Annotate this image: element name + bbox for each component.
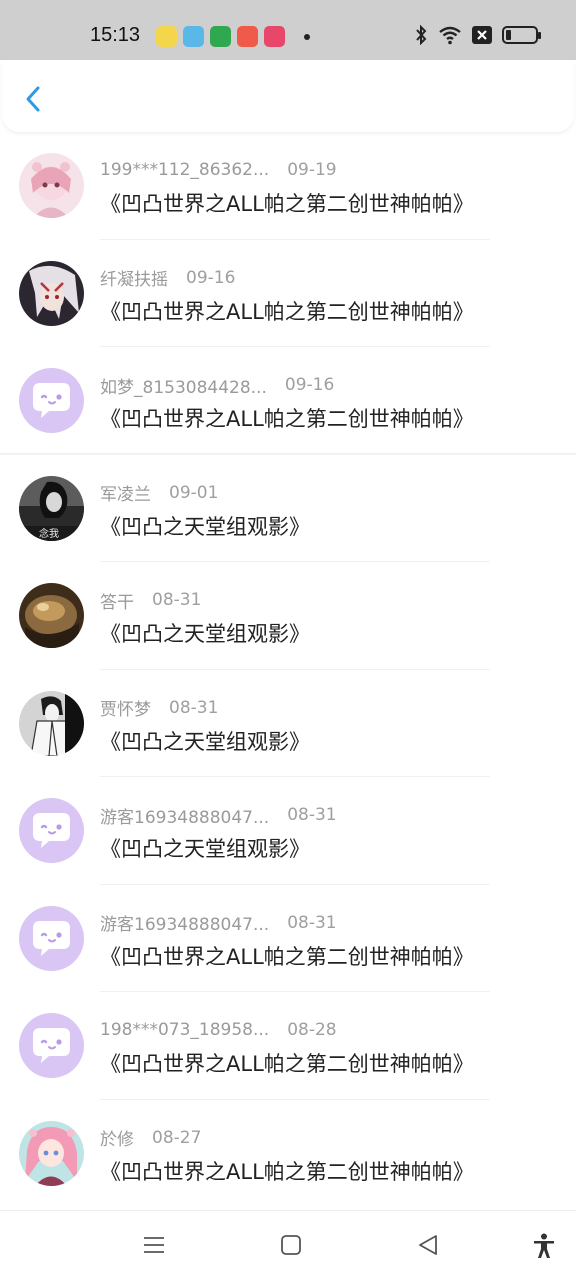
avatar[interactable] [19,690,84,756]
work-title[interactable]: 《凹凸世界之ALL帕之第二创世神帕帕》 [100,1048,474,1078]
username: 199***112_86362... [100,160,270,180]
no-sim-icon [472,26,492,44]
work-title[interactable]: 《凹凸世界之ALL帕之第二创世神帕帕》 [100,941,474,971]
item-meta: 贾怀梦 08-31 [100,696,219,721]
app-icon-1 [156,26,177,47]
back-nav-button[interactable] [416,1233,440,1261]
date: 08-31 [287,805,337,825]
work-title[interactable]: 《凹凸世界之ALL帕之第二创世神帕帕》 [100,296,474,326]
bluetooth-icon [416,25,427,45]
username: 纤凝扶摇 [100,270,168,290]
item-meta: 答干 08-31 [100,588,202,613]
username: 如梦_8153084428... [100,377,267,398]
username: 军凌兰 [100,485,151,505]
avatar[interactable] [19,153,84,218]
username: 贾怀梦 [100,700,151,720]
chat-bubble-icon [19,905,84,971]
date: 09-16 [186,267,236,288]
item-meta: 199***112_86362... 09-19 [100,158,337,182]
app-icon-3 [210,26,231,47]
item-meta: 如梦_8153084428... 09-16 [100,373,335,398]
work-title[interactable]: 《凹凸世界之ALL帕之第二创世神帕帕》 [100,403,474,433]
chat-bubble-icon [19,368,84,433]
work-title[interactable]: 《凹凸之天堂组观影》 [100,618,310,648]
work-title[interactable]: 《凹凸世界之ALL帕之第二创世神帕帕》 [100,188,474,218]
list-item[interactable]: 199***112_86362... 09-19 《凹凸世界之ALL帕之第二创世… [0,132,576,240]
date: 09-16 [284,375,335,395]
accessibility-icon [534,1233,554,1258]
app-icon-5 [264,26,285,47]
avatar[interactable] [19,905,84,971]
back-triangle-icon [419,1235,437,1255]
system-icons [414,25,541,45]
list-item[interactable]: 如梦_8153084428... 09-16 《凹凸世界之ALL帕之第二创世神帕… [0,347,576,455]
work-title[interactable]: 《凹凸之天堂组观影》 [100,833,310,863]
item-meta: 游客16934888047... 08-31 [100,803,337,828]
avatar[interactable] [19,583,84,648]
date: 09-19 [287,160,337,180]
battery-icon [502,26,541,44]
chat-bubble-icon [19,798,84,863]
list-item[interactable]: 答干 08-31 《凹凸之天堂组观影》 [0,562,576,670]
list-item[interactable]: 纤凝扶摇 09-16 《凹凸世界之ALL帕之第二创世神帕帕》 [0,240,576,347]
avatar[interactable] [19,260,84,326]
username: 198***073_18958... [100,1020,270,1040]
app-icon-4 [237,26,258,47]
list-item[interactable]: 游客16934888047... 08-31 《凹凸之天堂组观影》 [0,777,576,885]
status-bar: 15:13 [0,0,576,60]
system-nav-bar [0,1210,576,1280]
avatar-caption: 念我 [39,527,59,540]
more-notifications-dot [304,34,310,40]
menu-icon [144,1237,164,1253]
list-item[interactable]: 游客16934888047... 08-31 《凹凸世界之ALL帕之第二创世神帕… [0,885,576,992]
date: 08-31 [152,590,202,610]
home-square-icon [281,1235,301,1255]
chevron-left-icon [26,86,40,112]
history-list: 199***112_86362... 09-19 《凹凸世界之ALL帕之第二创世… [0,132,576,1207]
date: 08-31 [169,697,219,718]
date: 08-31 [287,912,337,933]
item-meta: 於修 08-27 [100,1126,202,1151]
work-title[interactable]: 《凹凸之天堂组观影》 [100,726,310,756]
chat-bubble-icon [19,1013,84,1078]
work-title[interactable]: 《凹凸之天堂组观影》 [100,511,310,541]
date: 09-01 [169,482,219,503]
menu-button[interactable] [142,1233,166,1261]
back-button[interactable] [20,84,50,114]
item-meta: 198***073_18958... 08-28 [100,1018,337,1042]
date: 08-28 [287,1020,337,1040]
notification-app-icons [156,26,285,47]
home-button[interactable] [279,1233,303,1261]
date: 08-27 [152,1127,202,1148]
list-item[interactable]: 198***073_18958... 08-28 《凹凸世界之ALL帕之第二创世… [0,992,576,1100]
username: 游客16934888047... [100,915,270,935]
list-item[interactable]: 念我 军凌兰 09-01 《凹凸之天堂组观影》 [0,455,576,562]
list-item[interactable]: 贾怀梦 08-31 《凹凸之天堂组观影》 [0,670,576,777]
item-meta: 游客16934888047... 08-31 [100,911,337,936]
avatar[interactable] [19,798,84,863]
work-title[interactable]: 《凹凸世界之ALL帕之第二创世神帕帕》 [100,1156,474,1186]
list-item[interactable]: 於修 08-27 《凹凸世界之ALL帕之第二创世神帕帕》 [0,1100,576,1208]
top-nav-bar [2,60,574,132]
username: 答干 [100,592,134,613]
avatar[interactable] [19,1120,84,1186]
status-time: 15:13 [90,24,141,46]
avatar[interactable] [19,1013,84,1078]
avatar[interactable] [19,368,84,433]
username: 游客16934888047... [100,807,270,828]
username: 於修 [100,1130,134,1150]
app-icon-2 [183,26,204,47]
avatar[interactable]: 念我 [19,475,84,541]
accessibility-button[interactable] [532,1233,556,1263]
item-meta: 纤凝扶摇 09-16 [100,266,236,291]
item-meta: 军凌兰 09-01 [100,481,219,506]
wifi-icon [439,26,461,45]
